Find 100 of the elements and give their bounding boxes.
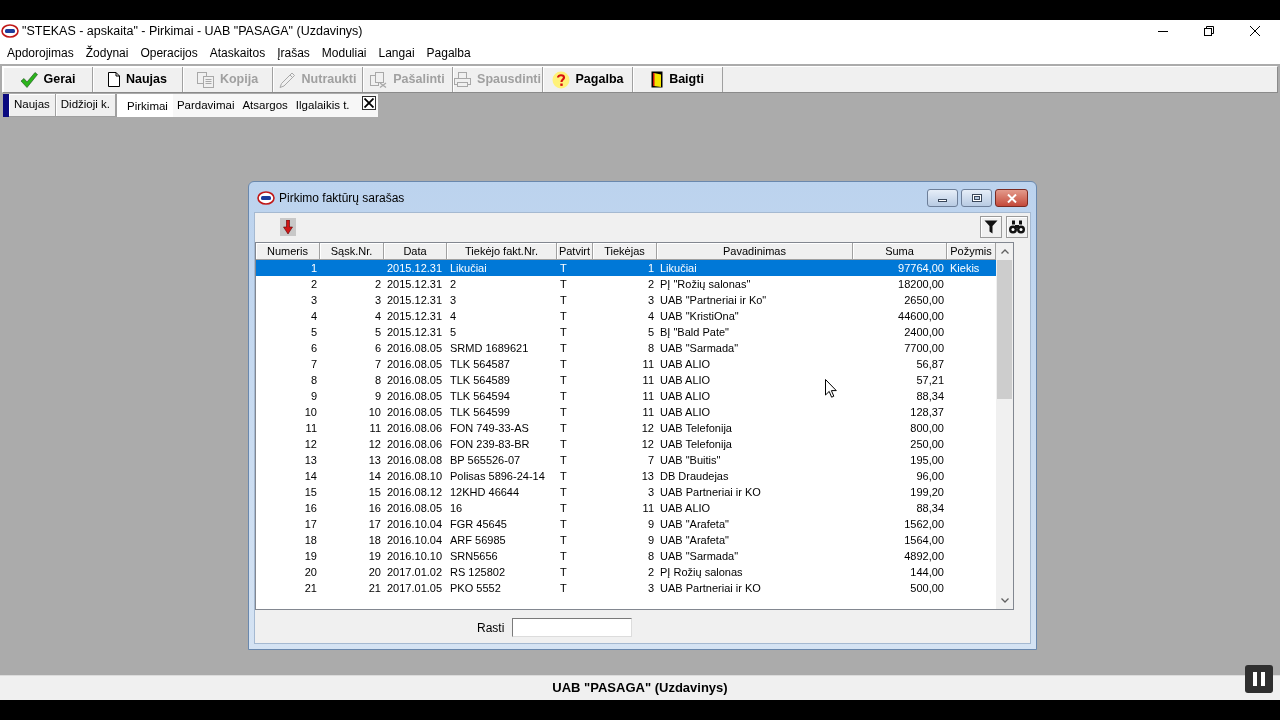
- column-header[interactable]: Tiekėjo fakt.Nr.: [447, 243, 557, 260]
- column-header[interactable]: Tiekėjas: [593, 243, 657, 260]
- cell-text: T: [560, 566, 567, 578]
- cell-text: 128,37: [910, 406, 944, 418]
- cell-text: 2400,00: [904, 326, 944, 338]
- cell-text: 2016.08.08: [387, 454, 443, 466]
- cell-text: 2016.08.05: [387, 390, 443, 402]
- printer-icon: [454, 72, 472, 87]
- window-title: "STEKAS - apskaita" - Pirkimai - UAB "PASAGA" (Uzdavinys): [22, 22, 363, 40]
- toolbar-button[interactable]: Naujas: [93, 67, 183, 92]
- cell-text: 96,00: [916, 470, 944, 482]
- cell-text: 12KHD 46644: [450, 486, 520, 498]
- toolbar-button[interactable]: Gerai: [3, 67, 93, 92]
- cell-text: DB Draudejas: [660, 470, 729, 482]
- document-icon: [108, 72, 120, 87]
- cell-text: 4892,00: [904, 550, 944, 562]
- column-header[interactable]: Pavadinimas: [657, 243, 853, 260]
- cell-text: 8: [310, 374, 317, 386]
- cell-text: 11: [642, 502, 654, 514]
- menu-item[interactable]: Įrašas: [271, 44, 316, 62]
- column-header[interactable]: Numeris: [256, 243, 320, 260]
- cell-text: 11: [305, 422, 317, 434]
- cell-text: 2015.12.31: [387, 326, 443, 338]
- cell-text: 16: [450, 502, 463, 514]
- cell-text: 2017.01.05: [387, 582, 443, 594]
- minimize-icon: [1158, 30, 1168, 32]
- tab[interactable]: Ilgalaikis t.: [291, 94, 354, 117]
- cell-text: 88,34: [916, 502, 944, 514]
- cell-text: 5: [374, 326, 381, 338]
- cell-text: 19: [304, 550, 317, 562]
- cell-text: 13: [304, 454, 317, 466]
- cell-text: 3: [647, 486, 654, 498]
- cell-text: 2016.08.12: [387, 486, 443, 498]
- cell-text: T: [560, 502, 567, 514]
- maximize-button[interactable]: [961, 189, 992, 207]
- column-header[interactable]: Sąsk.Nr.: [320, 243, 384, 260]
- cell-text: 11: [642, 406, 654, 418]
- cell-text: 2: [647, 278, 654, 290]
- filter-icon: [984, 220, 998, 234]
- scrollbar-thumb[interactable]: [997, 260, 1012, 399]
- filter-button[interactable]: [980, 216, 1002, 238]
- cell-text: Likučiai: [450, 262, 487, 274]
- toolbar-button[interactable]: Baigti: [633, 67, 723, 92]
- cell-text: 19: [368, 550, 381, 562]
- tab[interactable]: Pardavimai: [172, 94, 239, 117]
- menu-item[interactable]: Ataskaitos: [203, 44, 272, 62]
- cell-text: T: [560, 278, 567, 290]
- minimize-button[interactable]: [927, 189, 958, 207]
- menu-item[interactable]: Moduliai: [315, 44, 373, 62]
- cell-text: T: [560, 294, 567, 306]
- tab[interactable]: Atsargos: [238, 94, 292, 117]
- status-text: UAB "PASAGA" (Uzdavinys): [552, 679, 728, 698]
- cell-text: 7: [647, 454, 654, 466]
- toolbar-button[interactable]: Pagalba: [543, 67, 633, 92]
- menu-item[interactable]: Langai: [372, 44, 421, 62]
- cell-text: 11: [642, 358, 654, 370]
- cell-text: T: [560, 390, 567, 402]
- cell-text: UAB Partneriai ir KO: [660, 486, 761, 498]
- cell-text: 12: [641, 438, 654, 450]
- column-header[interactable]: Suma: [853, 243, 947, 260]
- cell-text: 17: [368, 518, 381, 530]
- dialog-title: Pirkimo faktūrų sarašas: [279, 190, 405, 207]
- close-tab-button[interactable]: [361, 96, 376, 110]
- menu-item[interactable]: Apdorojimas: [1, 44, 80, 62]
- cell-text: UAB ALIO: [660, 390, 711, 402]
- cursor-icon: [825, 379, 837, 398]
- cell-text: 3: [310, 294, 317, 306]
- cell-text: ARF 56985: [450, 534, 506, 546]
- cell-text: 21: [368, 582, 381, 594]
- tab[interactable]: Didžioji k.: [55, 94, 117, 117]
- cell-text: 2016.10.04: [387, 518, 443, 530]
- cell-text: T: [560, 262, 567, 274]
- cell-text: 10: [304, 406, 317, 418]
- cell-text: 195,00: [910, 454, 944, 466]
- cell-text: Polisas 5896-24-14: [450, 470, 545, 482]
- cell-text: 2: [647, 566, 654, 578]
- cell-text: 21: [304, 582, 317, 594]
- toolbar-button[interactable]: [280, 218, 296, 236]
- cell-text: T: [560, 374, 567, 386]
- cell-text: 250,00: [910, 438, 944, 450]
- close-button[interactable]: [995, 189, 1028, 207]
- menu-item[interactable]: Žodynai: [79, 44, 135, 62]
- menu-item[interactable]: Operacijos: [134, 44, 204, 62]
- tab[interactable]: Naujas: [9, 94, 56, 117]
- column-header[interactable]: Požymis: [947, 243, 996, 260]
- column-header[interactable]: Patvirt: [557, 243, 593, 260]
- menu-item[interactable]: Pagalba: [420, 44, 477, 62]
- search-field[interactable]: [512, 618, 633, 637]
- cell-text: 1: [647, 262, 654, 274]
- cell-text: 2015.12.31: [387, 262, 443, 274]
- cell-text: UAB "KristiOna": [660, 310, 739, 322]
- pencil-icon: [278, 71, 296, 88]
- cell-text: 14: [304, 470, 317, 482]
- column-header[interactable]: Data: [384, 243, 447, 260]
- cell-text: 7: [310, 358, 317, 370]
- pause-icon[interactable]: [1245, 665, 1273, 693]
- cell-text: T: [560, 438, 567, 450]
- search-button[interactable]: [1006, 216, 1028, 238]
- table-row[interactable]: 1 2015.12.31 Likučiai T 1 Likučiai 97764,00 Kiekis: [256, 260, 996, 276]
- cell-text: 5: [450, 326, 457, 338]
